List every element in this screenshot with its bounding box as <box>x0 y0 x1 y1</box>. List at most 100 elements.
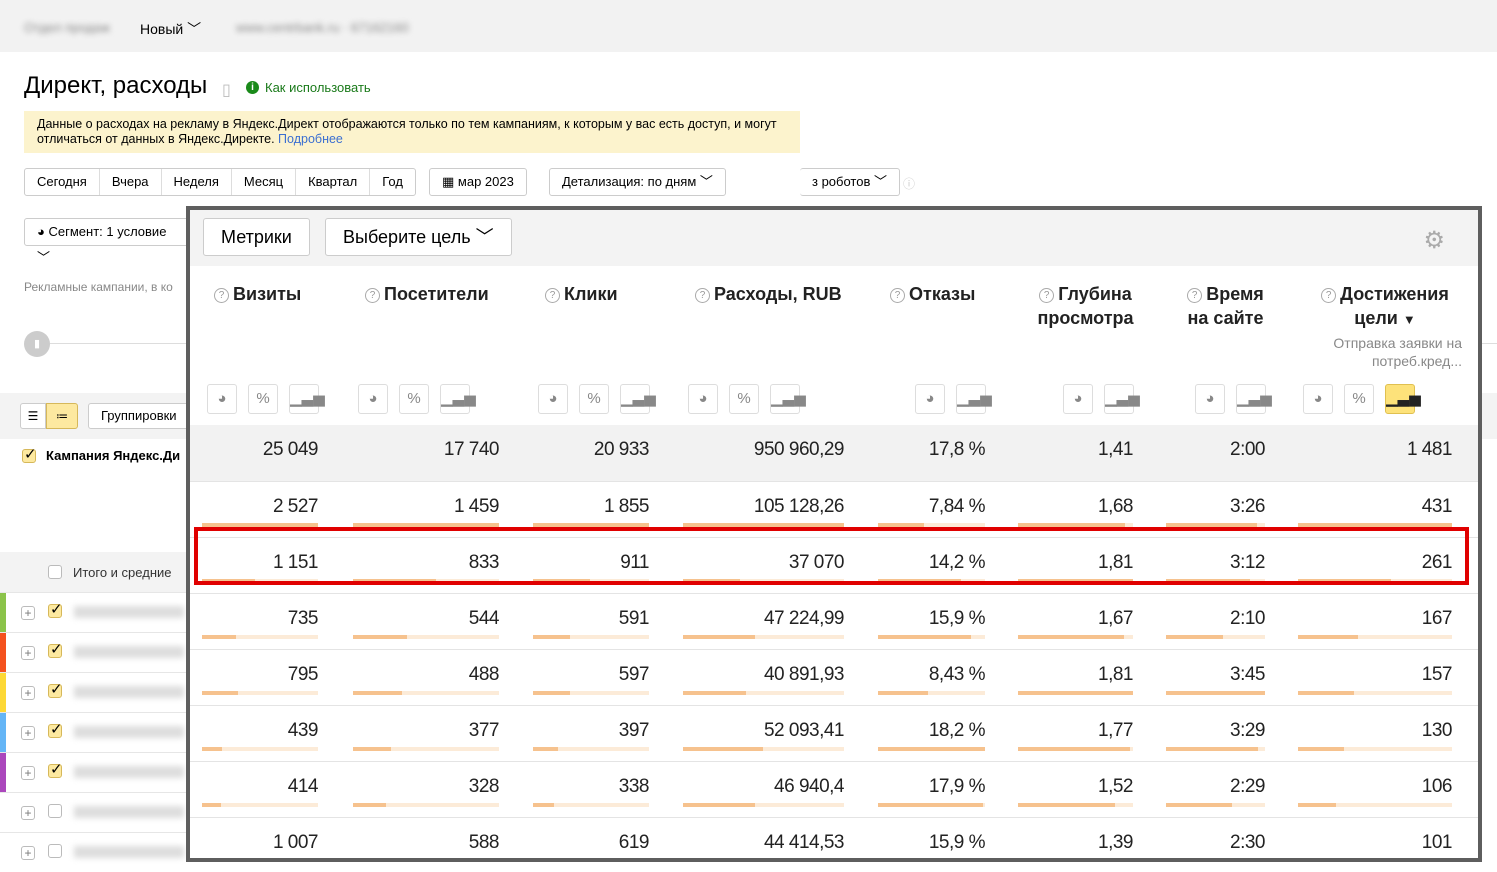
bars-icon[interactable]: ▁▃▅ <box>289 384 325 414</box>
pie-icon[interactable]: ◕ <box>538 384 568 414</box>
percent-icon[interactable]: % <box>248 384 278 414</box>
help-icon[interactable]: ? <box>1321 288 1337 303</box>
percent-icon[interactable]: % <box>579 384 609 414</box>
goal-select-button[interactable]: Выберите цель ﹀ <box>325 218 512 256</box>
column-header[interactable]: ? Время на сайте <box>1176 282 1275 330</box>
tree-view-icon[interactable]: ≔ <box>46 403 78 429</box>
pie-icon[interactable]: ◕ <box>1063 384 1093 414</box>
expand-icon[interactable]: + <box>21 606 35 620</box>
expand-icon[interactable]: + <box>21 766 35 780</box>
help-icon[interactable]: ? <box>1187 288 1203 303</box>
page-title: Директ, расходы <box>24 72 208 99</box>
period-button[interactable]: Вчера <box>100 169 162 195</box>
row-checkbox[interactable] <box>48 640 63 658</box>
column-header[interactable]: ? Глубина просмотра <box>1028 282 1143 330</box>
help-icon[interactable]: ? <box>365 288 380 303</box>
grouping-root[interactable]: Кампания Яндекс.Ди <box>22 445 180 463</box>
row-checkbox[interactable] <box>48 804 62 818</box>
help-icon[interactable]: ? <box>545 288 560 303</box>
help-icon[interactable]: ? <box>1039 288 1055 303</box>
bars-icon[interactable]: ▁▃▅ <box>956 384 992 414</box>
highlight-frame <box>194 527 1469 585</box>
pie-icon[interactable]: ◕ <box>358 384 388 414</box>
row-checkbox[interactable] <box>48 680 63 698</box>
totals-checkbox[interactable] <box>48 565 62 579</box>
period-button[interactable]: Месяц <box>232 169 297 195</box>
column-header[interactable]: ? Достижения цели ▼ <box>1308 282 1462 332</box>
period-button[interactable]: Квартал <box>296 169 371 195</box>
value-bar-fill <box>1298 635 1358 639</box>
bars-icon[interactable]: ▁▃▅ <box>620 384 656 414</box>
period-button[interactable]: Неделя <box>162 169 232 195</box>
detail-dropdown[interactable]: Детализация: по дням ﹀ <box>549 168 726 196</box>
metrics-button[interactable]: Метрики <box>203 218 310 256</box>
pie-icon[interactable]: ◕ <box>1195 384 1225 414</box>
bars-icon[interactable]: ▁▃▅ <box>1236 384 1272 414</box>
help-icon[interactable]: ? <box>214 288 229 303</box>
campaign-row[interactable]: + <box>0 792 186 832</box>
bookmark-icon[interactable]: ▯ <box>222 80 231 100</box>
table-row[interactable]: 439 377 397 52 093,41 18,2 % 1,77 3:29 130 <box>190 705 1478 761</box>
column-header[interactable]: ? Клики <box>545 282 618 306</box>
table-row[interactable]: 795 488 597 40 891,93 8,43 % 1,81 3:45 157 <box>190 649 1478 705</box>
pie-icon[interactable]: ◕ <box>915 384 945 414</box>
table-row[interactable]: 735 544 591 47 224,99 15,9 % 1,67 2:10 167 <box>190 593 1478 649</box>
counter-type-dropdown[interactable]: Новый ﹀ <box>140 19 201 39</box>
row-checkbox[interactable] <box>48 844 62 858</box>
campaign-row[interactable]: + <box>0 832 186 872</box>
campaign-row[interactable]: + <box>0 712 186 753</box>
percent-icon[interactable]: % <box>1344 384 1374 414</box>
expand-icon[interactable]: + <box>21 686 35 700</box>
percent-icon[interactable]: % <box>729 384 759 414</box>
campaign-row[interactable]: + <box>0 752 186 793</box>
cell: 157 <box>1421 664 1453 685</box>
column-header[interactable]: ? Посетители <box>365 282 489 306</box>
row-checkbox[interactable] <box>48 720 63 738</box>
table-row[interactable]: 1 007 588 619 44 414,53 15,9 % 1,39 2:30 101 <box>190 817 1478 858</box>
value-bar <box>202 691 318 695</box>
expand-icon[interactable]: + <box>21 846 35 860</box>
help-icon[interactable]: ⓘ <box>903 175 915 192</box>
checkbox[interactable] <box>22 445 37 463</box>
value-bar <box>1298 691 1452 695</box>
sort-desc-icon[interactable]: ▼ <box>1403 312 1416 327</box>
table-row[interactable]: 414 328 338 46 940,4 17,9 % 1,52 2:29 106 <box>190 761 1478 817</box>
bars-icon[interactable]: ▁▃▅ <box>1385 384 1421 414</box>
robots-dropdown[interactable]: з роботов ﹀ <box>800 168 900 196</box>
expand-icon[interactable]: + <box>21 726 35 740</box>
period-button[interactable]: Сегодня <box>25 169 100 195</box>
row-checkbox[interactable] <box>48 760 63 778</box>
column-header[interactable]: ? Отказы <box>890 282 975 306</box>
how-to-link[interactable]: i Как использовать <box>246 80 371 95</box>
chart-toggle-icon[interactable]: ▮ <box>24 331 50 357</box>
campaign-row[interactable]: + <box>0 632 186 673</box>
bars-icon[interactable]: ▁▃▅ <box>770 384 806 414</box>
notice-more-link[interactable]: Подробнее <box>278 132 343 146</box>
help-icon[interactable]: ? <box>890 288 905 303</box>
date-range-button[interactable]: ▦ мар 2023 <box>429 168 527 196</box>
list-view-icon[interactable]: ☰ <box>20 403 46 429</box>
gear-icon[interactable]: ⚙ <box>1423 226 1445 255</box>
segment-dropdown[interactable]: ◕ Сегмент: 1 условие ﹀ <box>24 218 194 265</box>
period-buttons: Сегодня Вчера Неделя Месяц Квартал Год <box>24 168 416 196</box>
pie-icon[interactable]: ◕ <box>688 384 718 414</box>
column-header[interactable]: ? Визиты <box>214 282 301 306</box>
campaign-row[interactable]: + <box>0 592 186 633</box>
column-header[interactable]: ? Расходы, RUB <box>695 282 842 306</box>
expand-icon[interactable]: + <box>21 646 35 660</box>
groupings-button[interactable]: Группировки <box>88 403 190 429</box>
period-button[interactable]: Год <box>370 169 415 195</box>
bars-icon[interactable]: ▁▃▅ <box>440 384 476 414</box>
pie-icon[interactable]: ◕ <box>207 384 237 414</box>
expand-icon[interactable]: + <box>21 806 35 820</box>
value-bar-fill <box>1018 747 1131 751</box>
cell: 488 <box>468 664 500 685</box>
pie-icon[interactable]: ◕ <box>1303 384 1333 414</box>
help-icon[interactable]: ? <box>695 288 710 303</box>
cell: 328 <box>468 776 500 797</box>
row-checkbox[interactable] <box>48 600 63 618</box>
percent-icon[interactable]: % <box>399 384 429 414</box>
bars-icon[interactable]: ▁▃▅ <box>1104 384 1140 414</box>
campaign-row[interactable]: + <box>0 672 186 713</box>
totals-row[interactable]: 25 049 17 740 20 933 950 960,29 17,8 % 1,41 2:… <box>190 425 1478 481</box>
